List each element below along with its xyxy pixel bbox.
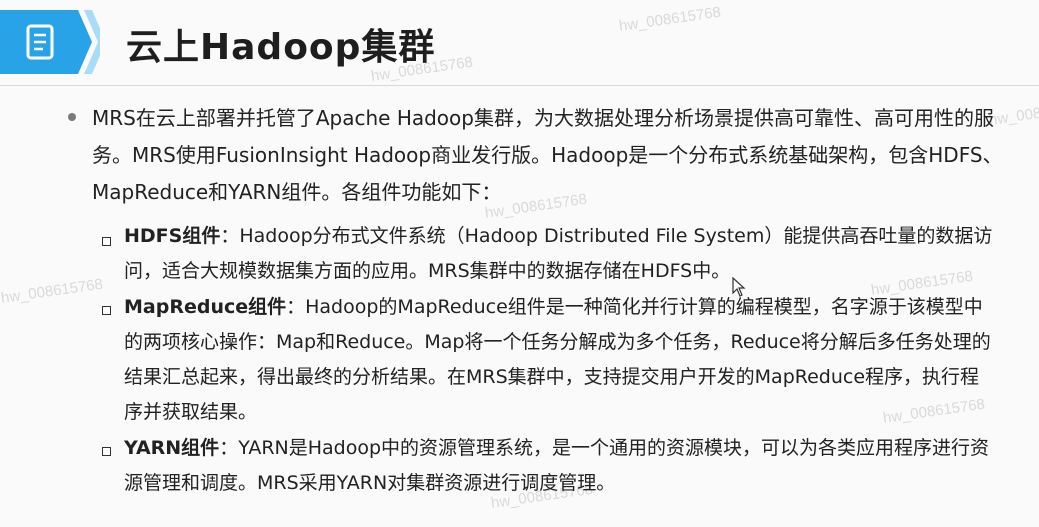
intro-paragraph: MRS在云上部署并托管了Apache Hadoop集群，为大数据处理分析场景提供… — [92, 106, 1003, 204]
item-name: YARN组件 — [124, 437, 220, 459]
sub-bullet — [102, 237, 111, 246]
item-name: HDFS组件 — [124, 225, 221, 247]
list-item-mapreduce: MapReduce组件：Hadoop的MapReduce组件是一种简化并行计算的… — [124, 290, 994, 430]
item-text: ：Hadoop分布式文件系统（Hadoop Distributed File S… — [124, 225, 993, 282]
item-name: MapReduce组件 — [124, 296, 287, 318]
sub-bullet — [102, 447, 111, 456]
mouse-pointer-icon — [732, 277, 746, 297]
item-text: ：YARN是Hadoop中的资源管理系统，是一个通用的资源模块，可以为各类应用程… — [124, 437, 990, 494]
sub-bullet — [102, 306, 111, 315]
slide-body: MRS在云上部署并托管了Apache Hadoop集群，为大数据处理分析场景提供… — [0, 0, 1039, 527]
bullet-dot — [68, 113, 76, 121]
list-item-yarn: YARN组件：YARN是Hadoop中的资源管理系统，是一个通用的资源模块，可以… — [124, 431, 994, 501]
list-item-hdfs: HDFS组件：Hadoop分布式文件系统（Hadoop Distributed … — [124, 219, 994, 289]
